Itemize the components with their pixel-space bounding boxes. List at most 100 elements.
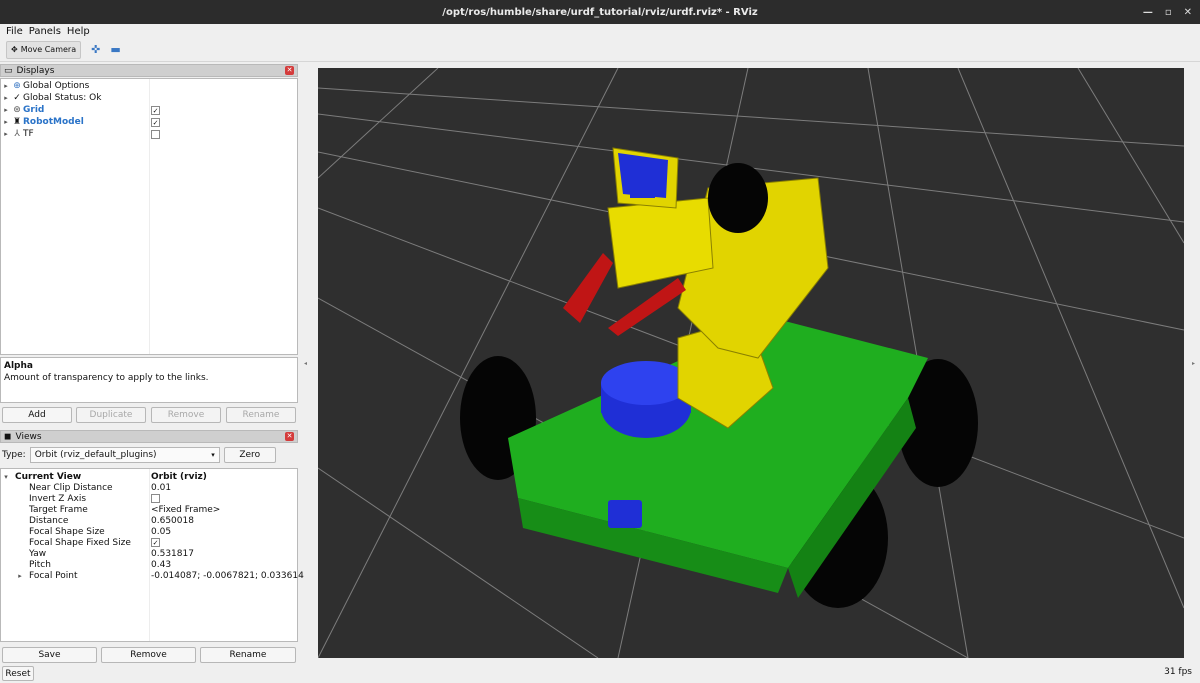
display-label: RobotModel [23, 117, 84, 127]
current-view-label: Current View [15, 471, 82, 482]
displays-panel-header: ▭ Displays ✕ [0, 64, 298, 77]
robotmodel-enabled-checkbox[interactable]: ✓ [151, 117, 160, 127]
remove-view-button[interactable]: Remove [101, 647, 196, 663]
move-camera-button[interactable]: ✥ Move Camera [6, 40, 82, 59]
prop-name: Focal Shape Size [29, 526, 105, 537]
display-label: Global Status: Ok [23, 93, 102, 103]
display-label: TF [23, 129, 34, 139]
view-prop-focal-fixed-size[interactable]: Focal Shape Fixed Size ✓ [1, 537, 297, 548]
reset-button[interactable]: Reset [2, 666, 34, 681]
axes-icon: ⅄ [14, 129, 20, 139]
prop-name: Invert Z Axis [29, 493, 87, 504]
remove-display-button[interactable]: Remove [151, 407, 221, 423]
grid-enabled-checkbox[interactable]: ✓ [151, 105, 160, 115]
chevron-down-icon: ▾ [211, 451, 215, 459]
view-prop-near-clip[interactable]: Near Clip Distance 0.01 [1, 482, 297, 493]
view-prop-distance[interactable]: Distance 0.650018 [1, 515, 297, 526]
expand-arrow-icon[interactable]: ▸ [1, 118, 11, 126]
invert-z-checkbox[interactable] [151, 494, 160, 503]
display-label: Grid [23, 105, 45, 115]
menu-help[interactable]: Help [67, 26, 90, 37]
description-title: Alpha [4, 361, 33, 371]
expand-arrow-icon[interactable]: ▸ [1, 82, 11, 90]
prop-value[interactable]: 0.650018 [151, 516, 194, 526]
display-item-global-status[interactable]: ▸ ✓ Global Status: Ok [1, 92, 297, 104]
globe-icon: ⊕ [13, 81, 21, 91]
menu-bar: File Panels Help [0, 24, 1200, 38]
focal-fixed-size-checkbox[interactable]: ✓ [151, 538, 160, 547]
expand-arrow-icon[interactable]: ▸ [15, 572, 25, 580]
current-view-row[interactable]: ▾ Current View Orbit (rviz) [1, 471, 297, 482]
expand-arrow-icon[interactable]: ▸ [1, 106, 11, 114]
menu-file[interactable]: File [6, 26, 23, 37]
display-item-tf[interactable]: ▸ ⅄ TF [1, 128, 297, 140]
splitter-right-arrow-icon[interactable]: ▸ [1192, 360, 1195, 367]
move-camera-label: Move Camera [20, 45, 77, 54]
view-type-select[interactable]: Orbit (rviz_default_plugins) ▾ [29, 447, 220, 463]
prop-value[interactable]: 0.01 [151, 483, 171, 493]
views-panel-title: Views [15, 431, 42, 442]
tf-enabled-checkbox[interactable] [151, 129, 160, 139]
window-controls: — ▫ ✕ [1143, 0, 1192, 24]
prop-value[interactable]: 0.43 [151, 560, 171, 570]
duplicate-display-button[interactable]: Duplicate [76, 407, 146, 423]
window-title: /opt/ros/humble/share/urdf_tutorial/rviz… [442, 6, 758, 18]
menu-panels[interactable]: Panels [29, 26, 61, 37]
prop-value[interactable]: 0.05 [151, 527, 171, 537]
maximize-icon[interactable]: ▫ [1165, 7, 1172, 18]
rename-view-button[interactable]: Rename [200, 647, 296, 663]
current-view-value: Orbit (rviz) [151, 471, 207, 482]
checkmark-icon: ✓ [13, 93, 21, 103]
view-type-row: Type: Orbit (rviz_default_plugins) ▾ Zer… [0, 446, 298, 464]
robot-icon: ♜ [12, 117, 22, 127]
description-text: Amount of transparency to apply to the l… [4, 373, 209, 383]
render-viewport[interactable] [318, 68, 1184, 658]
zero-button[interactable]: Zero [223, 447, 276, 463]
fps-readout: 31 fps [1164, 667, 1192, 677]
prop-name: Near Clip Distance [29, 482, 113, 493]
toolbar: ✥ Move Camera ✜ ▬ [0, 38, 1200, 62]
prop-name: Yaw [29, 548, 47, 559]
view-prop-pitch[interactable]: Pitch 0.43 [1, 559, 297, 570]
window-titlebar: /opt/ros/humble/share/urdf_tutorial/rviz… [0, 0, 1200, 24]
view-prop-target-frame[interactable]: Target Frame <Fixed Frame> [1, 504, 297, 515]
prop-value[interactable]: 0.531817 [151, 549, 194, 559]
close-icon[interactable]: ✕ [1184, 7, 1192, 18]
display-item-grid[interactable]: ▸ ⊛ Grid ✓ [1, 104, 297, 116]
prop-value[interactable]: <Fixed Frame> [151, 505, 220, 515]
prop-value[interactable]: -0.014087; -0.0067821; 0.033614 [151, 571, 304, 581]
remove-tool-icon[interactable]: ▬ [110, 43, 120, 56]
view-type-value: Orbit (rviz_default_plugins) [34, 450, 157, 460]
expand-arrow-icon[interactable]: ▸ [1, 130, 11, 138]
view-prop-focal-point[interactable]: ▸ Focal Point -0.014087; -0.0067821; 0.0… [1, 570, 304, 581]
display-item-global-options[interactable]: ▸ ⊕ Global Options [1, 80, 297, 92]
displays-panel-icon: ▭ [4, 65, 13, 76]
camera-icon: ◼ [4, 431, 12, 442]
add-tool-icon[interactable]: ✜ [91, 43, 100, 56]
view-type-label: Type: [2, 450, 26, 460]
view-prop-yaw[interactable]: Yaw 0.531817 [1, 548, 297, 559]
display-item-robotmodel[interactable]: ▸ ♜ RobotModel ✓ [1, 116, 297, 128]
view-prop-focal-shape-size[interactable]: Focal Shape Size 0.05 [1, 526, 297, 537]
expand-arrow-icon[interactable]: ▸ [1, 94, 11, 102]
prop-name: Target Frame [29, 504, 88, 515]
views-close-icon[interactable]: ✕ [285, 432, 294, 441]
views-panel-header: ◼ Views ✕ [0, 430, 298, 443]
views-tree: ▾ Current View Orbit (rviz) Near Clip Di… [0, 468, 304, 642]
grid-icon: ⊛ [13, 105, 21, 115]
minimize-icon[interactable]: — [1143, 7, 1153, 18]
display-label: Global Options [23, 81, 90, 91]
displays-tree: ▸ ⊕ Global Options ▸ ✓ Global Status: Ok… [0, 78, 298, 355]
add-display-button[interactable]: Add [2, 407, 72, 423]
move-camera-icon: ✥ [11, 45, 18, 54]
scene-3d[interactable] [318, 68, 1184, 658]
view-prop-invert-z[interactable]: Invert Z Axis [1, 493, 297, 504]
status-bar [0, 664, 1200, 683]
collapse-arrow-icon[interactable]: ▾ [1, 473, 11, 481]
displays-panel-title: Displays [16, 65, 55, 76]
prop-name: Pitch [29, 559, 51, 570]
rename-display-button[interactable]: Rename [226, 407, 296, 423]
save-view-button[interactable]: Save [2, 647, 97, 663]
splitter-left-arrow-icon[interactable]: ◂ [304, 360, 307, 367]
displays-close-icon[interactable]: ✕ [285, 66, 294, 75]
